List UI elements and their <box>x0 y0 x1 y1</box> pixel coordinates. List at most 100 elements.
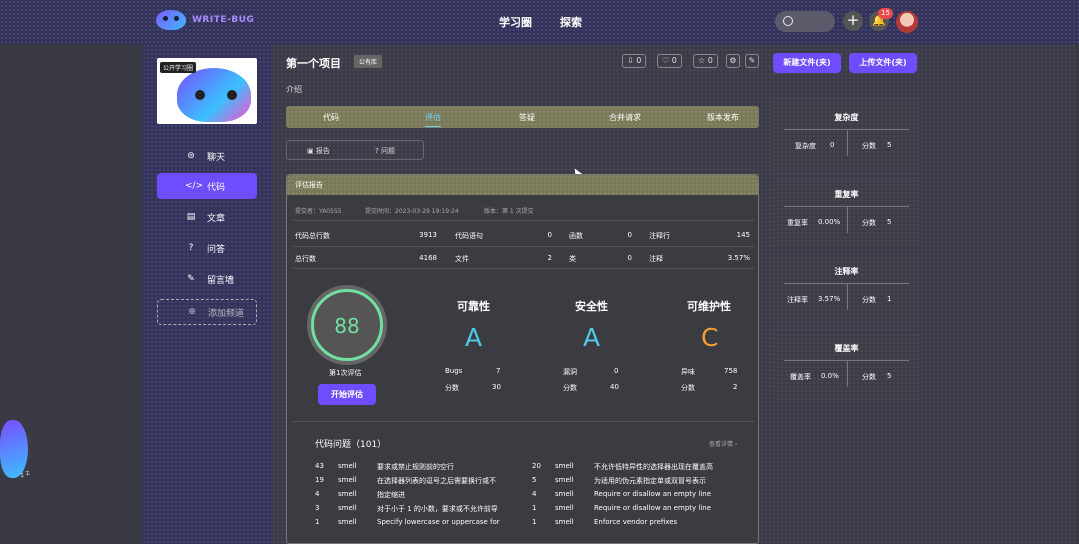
project-tabs: 代码 评估 答疑 合并请求 版本发布 <box>286 106 759 128</box>
download-count: 0 <box>636 56 642 65</box>
issue-desc[interactable]: Specify lowercase or uppercase for <box>377 518 500 526</box>
issue-type: smell <box>338 504 357 512</box>
edit-project-icon[interactable]: ✎ <box>745 54 759 68</box>
tab-qa[interactable]: 答疑 <box>519 112 535 123</box>
card-metric-label: 复杂度 <box>795 142 816 150</box>
metric-label: 代码总行数 <box>295 232 330 240</box>
sidebar-item-label: 文章 <box>207 213 226 224</box>
issue-type: smell <box>338 476 357 484</box>
reliability-score-label: 分数 <box>445 384 459 392</box>
tab-code[interactable]: 代码 <box>323 112 339 123</box>
sidebar-item-message-wall[interactable]: ✎ 留言墙 <box>157 266 257 292</box>
sidebar-item-code[interactable]: </> 代码 <box>157 173 257 199</box>
subtab-issues[interactable]: ? 问题 <box>375 146 395 156</box>
reliability-bugs-label: Bugs <box>445 367 463 375</box>
eval-times: 第1次评估 <box>329 369 362 377</box>
sidebar-item-chat[interactable]: ⊜ 聊天 <box>157 143 257 169</box>
divider <box>293 421 754 422</box>
metric-value: 4168 <box>419 254 437 262</box>
security-grade: A <box>583 323 601 352</box>
issue-desc[interactable]: 为适用的伪元素指定单或双冒号表示 <box>594 476 706 486</box>
logo-text: WRITE-BUG <box>192 15 255 25</box>
metric-value: 2 <box>547 254 552 262</box>
like-button[interactable]: ♡ 0 <box>657 54 682 68</box>
metric-label: 注释行 <box>649 232 670 240</box>
score-ring: 88 <box>311 289 383 361</box>
card-metric-label: 注释率 <box>787 296 808 304</box>
subtab-report[interactable]: ▣ 报告 <box>307 146 330 156</box>
issue-desc[interactable]: 要求或禁止规则前的空行 <box>377 462 454 472</box>
visibility-badge: 公有库 <box>354 55 383 68</box>
issue-desc[interactable]: 对于小于 1 的小数，要求或不允许前导 <box>377 504 498 514</box>
tab-release[interactable]: 版本发布 <box>707 112 739 123</box>
nav-study-circle[interactable]: 学习圈 <box>499 14 532 30</box>
card-title: 复杂度 <box>834 113 859 122</box>
card-score-value: 5 <box>887 218 892 226</box>
settings-icon[interactable]: ⚙ <box>726 54 740 68</box>
issue-desc[interactable]: 指定缩进 <box>377 490 405 500</box>
submit-time: 提交时间：2023-03-29 19:19:24 <box>365 208 459 215</box>
logo-mascot-icon <box>156 10 186 30</box>
subtab-report-label: 报告 <box>315 147 330 155</box>
issue-desc[interactable]: 在选择器列表的逗号之后需要换行或不 <box>377 476 496 486</box>
notification-badge: 15 <box>878 8 893 19</box>
tab-evaluation[interactable]: 评估 <box>425 112 441 127</box>
subtab-issues-label: 问题 <box>380 147 395 155</box>
issue-count: 43 <box>315 462 324 470</box>
top-bar: WRITE-BUG 学习圈 探索 + 🔔 15 <box>0 0 1079 44</box>
avatar[interactable] <box>896 11 918 33</box>
issue-desc[interactable]: Require or disallow an empty line <box>594 504 711 512</box>
sidebar-item-label: 代码 <box>207 182 226 193</box>
card-metric-value: 0 <box>830 141 835 149</box>
issue-type: smell <box>555 490 574 498</box>
maintainability-score-label: 分数 <box>681 384 695 392</box>
metric-value: 3913 <box>419 231 437 239</box>
security-vuln-label: 漏洞 <box>563 368 577 376</box>
security-score-label: 分数 <box>563 384 577 392</box>
security-title: 安全性 <box>575 300 608 313</box>
reliability-grade: A <box>465 323 483 352</box>
issue-type: smell <box>555 476 574 484</box>
card-metric-value: 3.57% <box>818 295 841 303</box>
code-icon: </> <box>185 181 204 191</box>
star-count: 0 <box>707 56 713 65</box>
project-tag: 公开学习圈 <box>160 62 197 73</box>
divider <box>293 268 754 269</box>
card-score-value: 5 <box>887 141 892 149</box>
nav-explore[interactable]: 探索 <box>560 14 582 30</box>
version: 版本：第 1 次提交 <box>484 208 534 215</box>
start-evaluation-button[interactable]: 开始评估 <box>318 384 376 405</box>
maintainability-grade: C <box>701 323 719 352</box>
sidebar-item-label: 留言墙 <box>207 275 235 286</box>
issue-type: smell <box>338 490 357 498</box>
star-button[interactable]: ☆ 0 <box>693 54 718 68</box>
issue-count: 19 <box>315 476 324 484</box>
logo[interactable]: WRITE-BUG <box>156 10 254 30</box>
add-channel-button[interactable]: ⊕ 添加频道 <box>157 299 257 325</box>
upload-file-button[interactable]: 上传文件(夹) <box>849 53 917 73</box>
reliability-score-value: 30 <box>492 383 501 391</box>
sidebar-item-article[interactable]: ▤ 文章 <box>157 204 257 230</box>
add-icon[interactable]: + <box>843 11 863 31</box>
issue-desc[interactable]: 不允许低特异性的选择器出现在覆盖高 <box>594 462 713 472</box>
issue-type: smell <box>555 462 574 470</box>
heart-icon: ♡ <box>662 56 670 65</box>
issue-count: 1 <box>532 504 537 512</box>
new-file-button[interactable]: 新建文件(夹) <box>773 53 841 73</box>
issue-desc[interactable]: Require or disallow an empty line <box>594 490 711 498</box>
download-icon: ⇩ <box>627 56 634 65</box>
issue-count: 3 <box>315 504 320 512</box>
card-score-label: 分数 <box>862 142 876 150</box>
download-button[interactable]: ⇩ 0 <box>622 54 647 68</box>
report-subtabs: ▣ 报告 ? 问题 <box>286 140 424 160</box>
maintainability-score-value: 2 <box>733 383 738 391</box>
view-all-link[interactable]: 查看详情 › <box>709 439 737 448</box>
maintainability-smell-value: 758 <box>724 367 738 375</box>
sidebar-item-qa[interactable]: ? 问答 <box>157 235 257 261</box>
score-value: 88 <box>334 314 360 338</box>
tab-merge-request[interactable]: 合并请求 <box>609 112 641 123</box>
search-input[interactable] <box>775 11 835 32</box>
chat-icon: ⊜ <box>187 151 195 161</box>
maintainability-smell-label: 异味 <box>681 368 695 376</box>
issue-desc[interactable]: Enforce vendor prefixes <box>594 518 677 526</box>
